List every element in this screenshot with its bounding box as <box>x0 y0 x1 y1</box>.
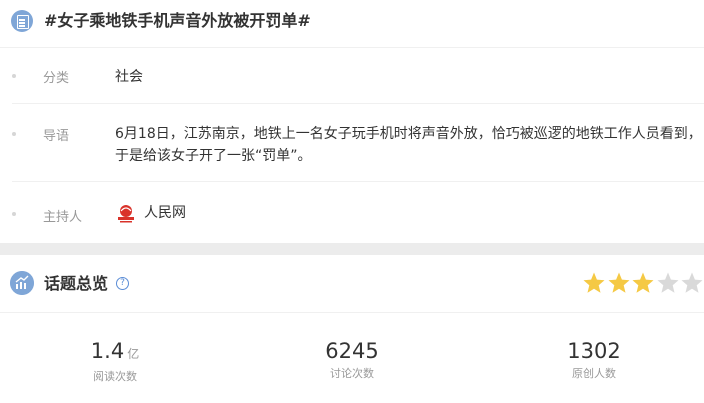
topic-title: #女子乘地铁手机声音外放被开罚单# <box>44 11 311 30</box>
question-circle-icon[interactable]: ? <box>116 277 129 290</box>
category-label: 分类 <box>43 71 70 86</box>
stat-original-count: 1302 原创人数 <box>504 338 684 381</box>
info-row-category: 分类 社会 <box>12 48 704 104</box>
lead-label: 导语 <box>43 129 70 144</box>
stat-value: 6245 <box>325 339 379 363</box>
stat-discussion-count: 6245 讨论次数 <box>262 338 442 381</box>
lead-text: 6月18日，江苏南京，地铁上一名女子玩手机时将声音外放，恰巧被巡逻的地铁工作人员… <box>115 126 702 164</box>
people-daily-logo[interactable] <box>115 202 137 224</box>
chart-trend-icon <box>10 271 34 295</box>
overview-title: 话题总览 <box>44 274 109 293</box>
stat-value: 1.4 <box>90 339 125 363</box>
star-empty-icon <box>657 272 678 293</box>
overview-header: 话题总览 ? <box>0 255 704 313</box>
star-empty-icon <box>681 272 703 293</box>
star-filled-icon <box>608 272 629 293</box>
stat-label: 原创人数 <box>572 367 616 380</box>
host-label: 主持人 <box>43 210 83 225</box>
bullet-dot <box>12 132 16 136</box>
document-icon <box>11 10 33 32</box>
star-filled-icon <box>583 272 605 293</box>
star-rating <box>582 271 704 295</box>
host-name[interactable]: 人民网 <box>144 202 186 224</box>
stat-label: 阅读次数 <box>93 370 137 383</box>
bullet-dot <box>12 212 16 216</box>
stat-value: 1302 <box>567 339 621 363</box>
bullet-dot <box>12 74 16 78</box>
category-value[interactable]: 社会 <box>115 66 143 88</box>
stat-value-wrap: 6245 <box>262 338 442 364</box>
info-row-lead: 导语 6月18日，江苏南京，地铁上一名女子玩手机时将声音外放，恰巧被巡逻的地铁工… <box>12 104 704 182</box>
section-divider <box>0 243 704 255</box>
topic-header: #女子乘地铁手机声音外放被开罚单# <box>0 0 704 48</box>
stat-read-count: 1.4 亿 阅读次数 <box>25 338 205 384</box>
star-filled-icon <box>632 272 654 293</box>
stat-label: 讨论次数 <box>330 367 374 380</box>
info-row-host: 主持人 人民网 <box>12 182 704 242</box>
stat-value-wrap: 1.4 亿 <box>25 338 205 367</box>
stat-unit: 亿 <box>127 347 140 361</box>
stat-value-wrap: 1302 <box>504 338 684 364</box>
